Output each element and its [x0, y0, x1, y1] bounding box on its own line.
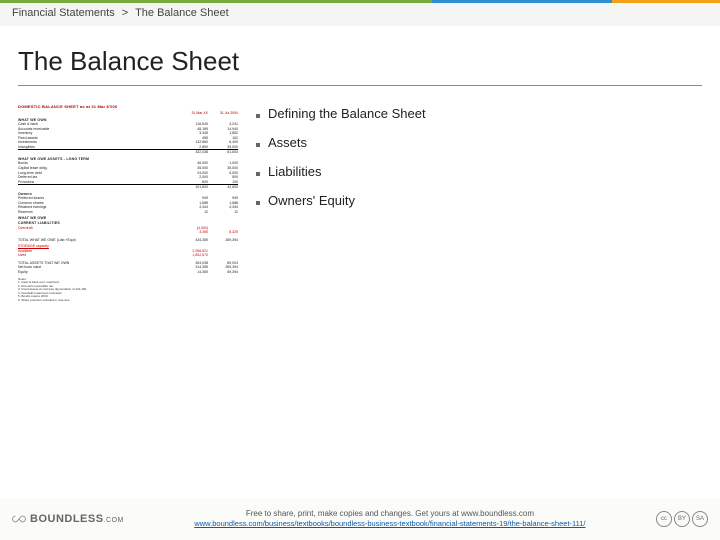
- brand-logo[interactable]: BOUNDLESS.COM: [12, 512, 124, 526]
- footer-text: Free to share, print, make copies and ch…: [124, 509, 656, 530]
- breadcrumb-root[interactable]: Financial Statements: [12, 7, 115, 19]
- breadcrumb-bar: Financial Statements > The Balance Sheet: [0, 0, 720, 26]
- list-item[interactable]: Assets: [256, 135, 702, 150]
- infinity-icon: [12, 512, 26, 526]
- thumb-notes: Notes: 1. Cash & bank excl. restricted. …: [18, 278, 238, 303]
- footer-tagline: Free to share, print, make copies and ch…: [124, 509, 656, 519]
- by-icon: BY: [674, 511, 690, 527]
- page-title: The Balance Sheet: [18, 46, 702, 86]
- bullet-icon: [256, 172, 260, 176]
- bullet-icon: [256, 114, 260, 118]
- bullet-icon: [256, 143, 260, 147]
- breadcrumb: Financial Statements > The Balance Sheet: [12, 7, 229, 19]
- list-item[interactable]: Defining the Balance Sheet: [256, 106, 702, 121]
- footer-link[interactable]: www.boundless.com/business/textbooks/bou…: [194, 519, 585, 528]
- breadcrumb-current: The Balance Sheet: [135, 7, 229, 19]
- sa-icon: SA: [692, 511, 708, 527]
- balance-sheet-thumbnail: DOMESTIC BALANCE SHEET as at 31 Mar $'00…: [18, 104, 238, 384]
- bullet-icon: [256, 201, 260, 205]
- footer: BOUNDLESS.COM Free to share, print, make…: [0, 498, 720, 540]
- thumb-title: DOMESTIC BALANCE SHEET as at 31 Mar $'00…: [18, 104, 238, 109]
- breadcrumb-sep: >: [122, 7, 128, 19]
- title-section: The Balance Sheet: [0, 26, 720, 94]
- cc-license: cc BY SA: [656, 511, 708, 527]
- cc-icon: cc: [656, 511, 672, 527]
- list-item[interactable]: Liabilities: [256, 164, 702, 179]
- topic-list: Defining the Balance Sheet Assets Liabil…: [256, 104, 702, 384]
- list-item[interactable]: Owners' Equity: [256, 193, 702, 208]
- content: DOMESTIC BALANCE SHEET as at 31 Mar $'00…: [0, 94, 720, 384]
